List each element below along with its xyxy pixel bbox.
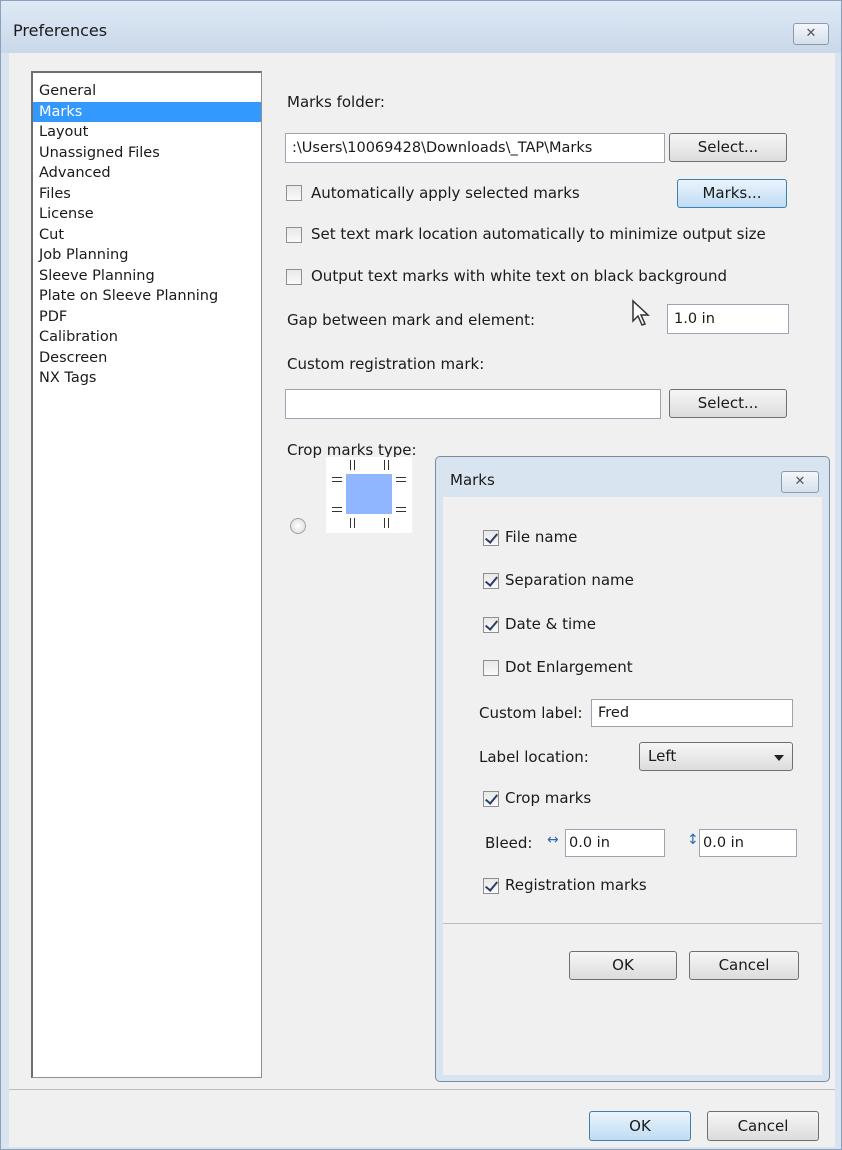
crop-tick <box>332 481 342 482</box>
set-location-label: Set text mark location automatically to … <box>311 225 766 243</box>
auto-apply-checkbox[interactable] <box>286 185 302 201</box>
white-text-label: Output text marks with white text on bla… <box>311 267 728 285</box>
set-location-checkbox[interactable] <box>286 227 302 243</box>
category-list[interactable]: General Marks Layout Unassigned Files Ad… <box>31 71 262 1078</box>
dot-enlargement-checkbox[interactable] <box>483 660 499 676</box>
close-button[interactable]: ✕ <box>793 23 829 45</box>
close-icon: ✕ <box>794 474 806 489</box>
cancel-button[interactable]: Cancel <box>707 1111 819 1141</box>
date-time-label: Date & time <box>505 615 596 633</box>
sidebar-item-unassigned-files[interactable]: Unassigned Files <box>33 143 261 164</box>
gap-label: Gap between mark and element: <box>287 311 536 329</box>
marks-dialog-close-button[interactable]: ✕ <box>781 471 819 493</box>
crop-tick <box>332 477 342 478</box>
crop-tick <box>332 507 342 508</box>
marks-dialog-client: File name Separation name Date & time Do… <box>443 497 822 1075</box>
crop-tick <box>384 460 385 470</box>
marks-dialog-button[interactable]: Marks... <box>677 179 787 208</box>
sidebar-item-nx-tags[interactable]: NX Tags <box>33 368 261 389</box>
marks-folder-label: Marks folder: <box>287 93 385 111</box>
marks-dialog-ok-button[interactable]: OK <box>569 951 677 980</box>
crop-tick <box>332 511 342 512</box>
horizontal-arrows-icon: ↔ <box>547 832 559 848</box>
sidebar-item-descreen[interactable]: Descreen <box>33 348 261 369</box>
crop-marks-type-radio[interactable] <box>290 518 306 534</box>
marks-folder-select-button[interactable]: Select... <box>669 133 787 162</box>
crop-tick <box>350 518 351 528</box>
gap-field[interactable]: 1.0 in <box>667 304 789 334</box>
footer-separator <box>9 1089 835 1090</box>
sidebar-item-layout[interactable]: Layout <box>33 122 261 143</box>
crop-tick <box>396 477 406 478</box>
crop-tick <box>388 460 389 470</box>
sidebar-item-marks[interactable]: Marks <box>33 101 261 122</box>
ok-button[interactable]: OK <box>589 1111 691 1141</box>
custom-label-label: Custom label: <box>479 704 583 722</box>
crop-tick <box>388 518 389 528</box>
sidebar-item-sleeve-planning[interactable]: Sleeve Planning <box>33 266 261 287</box>
sidebar-item-pdf[interactable]: PDF <box>33 307 261 328</box>
preferences-window: Preferences ✕ General Marks Layout Unass… <box>0 0 842 1150</box>
sidebar-item-job-planning[interactable]: Job Planning <box>33 245 261 266</box>
marks-dialog-separator <box>443 923 822 924</box>
marks-dialog-cancel-button[interactable]: Cancel <box>689 951 799 980</box>
bleed-label: Bleed: <box>485 834 533 852</box>
registration-marks-label: Registration marks <box>505 876 647 894</box>
label-location-dropdown[interactable]: Left <box>639 742 793 771</box>
sidebar-item-plate-on-sleeve-planning[interactable]: Plate on Sleeve Planning <box>33 286 261 307</box>
custom-registration-label: Custom registration mark: <box>287 355 485 373</box>
separation-name-checkbox[interactable] <box>483 573 499 589</box>
registration-marks-checkbox[interactable] <box>483 878 499 894</box>
title-bar[interactable]: Preferences ✕ <box>1 1 841 53</box>
crop-tick <box>396 511 406 512</box>
separation-name-label: Separation name <box>505 571 634 589</box>
white-text-checkbox[interactable] <box>286 269 302 285</box>
custom-label-field[interactable]: Fred <box>591 699 793 727</box>
mouse-pointer-icon <box>632 299 650 326</box>
marks-dialog: Marks ✕ File name Separation name Date &… <box>435 456 830 1082</box>
bleed-vertical-field[interactable]: 0.0 in <box>699 829 797 857</box>
sidebar-item-calibration[interactable]: Calibration <box>33 327 261 348</box>
crop-marks-checkbox[interactable] <box>483 791 499 807</box>
file-name-checkbox[interactable] <box>483 530 499 546</box>
auto-apply-label: Automatically apply selected marks <box>311 184 580 202</box>
dot-enlargement-label: Dot Enlargement <box>505 658 633 676</box>
close-icon: ✕ <box>805 26 817 41</box>
crop-tick <box>354 518 355 528</box>
marks-folder-field[interactable]: :\Users\10069428\Downloads\_TAP\Marks <box>285 133 665 163</box>
bleed-horizontal-field[interactable]: 0.0 in <box>565 829 665 857</box>
sidebar-item-general[interactable]: General <box>33 81 261 102</box>
vertical-arrows-icon: ↕ <box>687 832 699 848</box>
sidebar-item-cut[interactable]: Cut <box>33 225 261 246</box>
crop-tick <box>396 507 406 508</box>
custom-registration-select-button[interactable]: Select... <box>669 389 787 418</box>
custom-registration-field[interactable] <box>285 389 661 419</box>
label-location-label: Label location: <box>479 748 589 766</box>
crop-tick <box>396 481 406 482</box>
crop-marks-label: Crop marks <box>505 789 592 807</box>
sidebar-item-license[interactable]: License <box>33 204 261 225</box>
sidebar-item-advanced[interactable]: Advanced <box>33 163 261 184</box>
window-title: Preferences <box>13 21 108 40</box>
crop-tick <box>384 518 385 528</box>
marks-dialog-title: Marks <box>450 471 495 489</box>
date-time-checkbox[interactable] <box>483 617 499 633</box>
label-location-value: Left <box>648 747 677 765</box>
crop-marks-preview <box>326 457 412 533</box>
crop-tick <box>350 460 351 470</box>
crop-marks-preview-box <box>346 474 392 514</box>
file-name-label: File name <box>505 528 578 546</box>
chevron-down-icon <box>774 755 784 761</box>
sidebar-item-files[interactable]: Files <box>33 184 261 205</box>
crop-tick <box>354 460 355 470</box>
